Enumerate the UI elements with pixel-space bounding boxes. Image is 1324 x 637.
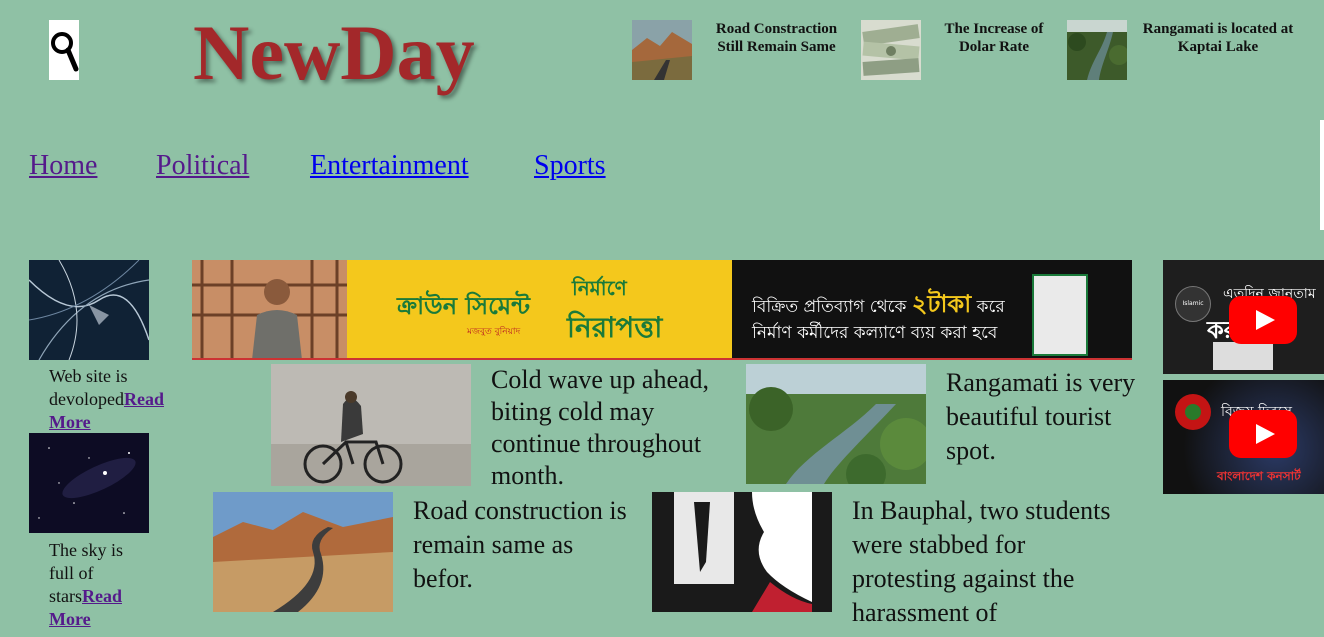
header-news-thumbnail-dollar[interactable] <box>861 20 921 80</box>
video-overlay-text: বাংলাদেশ কনসার্ট <box>1217 469 1301 483</box>
article-text[interactable]: Cold wave up ahead, biting cold may cont… <box>491 364 741 492</box>
header-news-thumbnail-road[interactable] <box>632 20 692 80</box>
banner-line-2: নির্মাণ কর্মীদের কল্যাণে ব্যয় করা হবে <box>752 323 998 343</box>
search-icon <box>51 32 79 72</box>
article-text[interactable]: Road construction is remain same as befo… <box>413 494 638 596</box>
youtube-video-1[interactable]: এতদিন জানতাম Islamic Answer করা <box>1163 260 1324 374</box>
channel-avatar[interactable] <box>1175 394 1211 430</box>
channel-avatar[interactable]: Islamic Answer <box>1175 286 1211 322</box>
sidebar-image-stars[interactable] <box>29 433 149 533</box>
search-button[interactable] <box>49 20 79 80</box>
nav-entertainment[interactable]: Entertainment <box>310 150 469 182</box>
banner-ad[interactable]: ক্রাউন সিমেন্ট মজবুত বুনিয়াদ নির্মাণে ন… <box>192 260 1132 360</box>
article-image-stabbing[interactable] <box>652 492 832 612</box>
banner-line1-text: বিক্রিত প্রতিব্যাগ থেকে <box>752 297 912 317</box>
nav-political[interactable]: Political <box>156 150 249 182</box>
video-thumbnail-graphic <box>1213 342 1273 370</box>
banner-brand: ক্রাউন সিমেন্ট <box>397 292 530 320</box>
banner-slogan-bottom: নিরাপত্তা <box>567 311 663 344</box>
banner-photo <box>192 260 347 360</box>
header-news-title[interactable]: The Increase of Dolar Rate <box>933 20 1055 56</box>
sidebar-item-text: The sky is full of starsRead More <box>49 539 149 631</box>
youtube-play-icon[interactable] <box>1229 296 1297 344</box>
sidebar-image-web[interactable] <box>28 259 150 361</box>
sidebar-item-text: Web site is devolopedRead More <box>49 365 189 434</box>
header-news-thumbnail-lake[interactable] <box>1067 20 1129 80</box>
youtube-play-icon[interactable] <box>1229 410 1297 458</box>
article-image-rangamati[interactable] <box>746 364 932 494</box>
cement-bag-icon <box>1032 274 1088 356</box>
nav-sports[interactable]: Sports <box>534 150 606 182</box>
banner-highlight: ২টাকা <box>911 290 972 318</box>
header-news-title[interactable]: Road Constraction Still Remain Same <box>704 20 849 56</box>
banner-slogan-top: নির্মাণে <box>572 276 627 300</box>
header-news-title[interactable]: Rangamati is located at Kaptai Lake <box>1139 20 1297 56</box>
youtube-video-2[interactable]: বিজয় দিবসে বাংলাদেশ কনসার্ট <box>1163 380 1324 494</box>
nav-home[interactable]: Home <box>29 150 97 182</box>
article-image-road[interactable] <box>213 492 393 612</box>
right-panel-edge <box>1320 120 1324 230</box>
site-logo[interactable]: NewDay <box>193 14 475 92</box>
banner-yellow-panel: ক্রাউন সিমেন্ট মজবুত বুনিয়াদ নির্মাণে ন… <box>347 260 732 360</box>
article-text[interactable]: Rangamati is very beautiful tourist spot… <box>946 366 1136 468</box>
article-image-cold[interactable] <box>271 364 471 486</box>
banner-line1-end: করে <box>971 297 1005 317</box>
article-text[interactable]: In Bauphal, two students were stabbed fo… <box>852 494 1132 630</box>
sidebar-item-caption: Web site is devoloped <box>49 366 128 409</box>
banner-underline <box>192 358 1132 360</box>
banner-brand-sub: মজবুত বুনিয়াদ <box>467 327 521 337</box>
banner-dark-panel: বিক্রিত প্রতিব্যাগ থেকে ২টাকা করে নির্মা… <box>732 260 1132 360</box>
